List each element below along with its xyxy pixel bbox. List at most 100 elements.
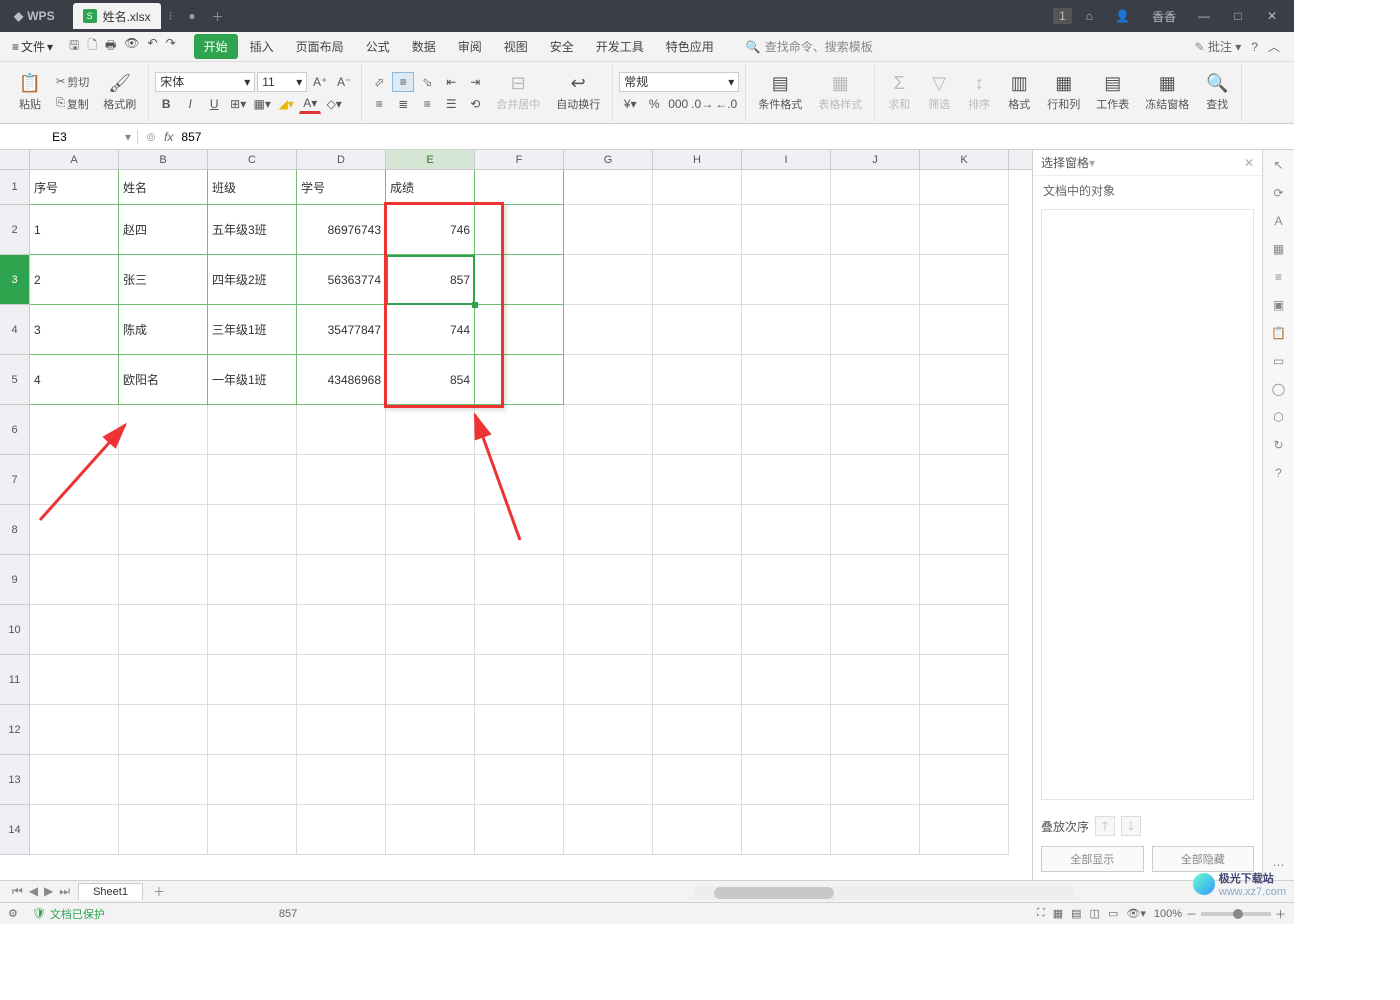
style-icon[interactable]: A xyxy=(1274,214,1282,228)
wrap-text-button[interactable]: ↩自动换行 xyxy=(550,71,606,114)
cell[interactable] xyxy=(30,705,119,755)
cell[interactable] xyxy=(742,605,831,655)
cell[interactable] xyxy=(920,655,1009,705)
cell[interactable] xyxy=(564,755,653,805)
border-button[interactable]: ⊞▾ xyxy=(227,94,249,114)
cell[interactable]: 854 xyxy=(386,355,475,405)
cell[interactable] xyxy=(30,505,119,555)
italic-button[interactable]: I xyxy=(179,94,201,114)
align-middle-button[interactable]: ≡ xyxy=(392,72,414,92)
cell[interactable] xyxy=(297,705,386,755)
cell[interactable] xyxy=(653,505,742,555)
align-bottom-button[interactable]: ⬂ xyxy=(416,72,438,92)
hide-all-button[interactable]: 全部隐藏 xyxy=(1152,846,1255,872)
cell[interactable] xyxy=(920,305,1009,355)
sheet-first-icon[interactable]: ⏮ xyxy=(12,884,23,899)
name-box[interactable]: ▾ xyxy=(0,130,138,144)
cell[interactable]: 序号 xyxy=(30,170,119,205)
cell[interactable] xyxy=(742,255,831,305)
zoom-slider[interactable] xyxy=(1201,912,1271,916)
cell[interactable] xyxy=(831,305,920,355)
cell[interactable] xyxy=(920,505,1009,555)
conditional-format-button[interactable]: ▤条件格式 xyxy=(752,71,808,114)
sheet-next-icon[interactable]: ▶ xyxy=(44,884,53,899)
cell[interactable] xyxy=(386,755,475,805)
cell[interactable] xyxy=(653,405,742,455)
cell[interactable] xyxy=(742,355,831,405)
cell[interactable] xyxy=(564,170,653,205)
merge-center-button[interactable]: ⊟合并居中 xyxy=(490,71,546,114)
cell[interactable] xyxy=(742,170,831,205)
cell[interactable] xyxy=(30,605,119,655)
cell[interactable] xyxy=(208,755,297,805)
cell[interactable] xyxy=(30,805,119,855)
normal-view-icon[interactable]: ▦ xyxy=(1053,907,1063,920)
cell[interactable] xyxy=(297,605,386,655)
fx-icon[interactable]: fx xyxy=(164,130,173,144)
tab-close-icon[interactable]: ● xyxy=(180,9,203,23)
row-header[interactable]: 7 xyxy=(0,455,30,505)
minimize-button[interactable]: — xyxy=(1190,5,1218,27)
cell[interactable] xyxy=(475,755,564,805)
cell[interactable] xyxy=(653,555,742,605)
close-button[interactable]: ✕ xyxy=(1258,5,1286,27)
decrease-font-button[interactable]: A⁻ xyxy=(333,72,355,92)
select-all-corner[interactable] xyxy=(0,150,30,169)
cell[interactable] xyxy=(920,755,1009,805)
save-as-icon[interactable]: 🗋 xyxy=(87,36,97,57)
worksheet-button[interactable]: ▤工作表 xyxy=(1090,71,1135,114)
eye-icon[interactable]: 👁▾ xyxy=(1126,907,1146,920)
align-right-button[interactable]: ≡ xyxy=(416,94,438,114)
cell[interactable] xyxy=(831,505,920,555)
help-panel-icon[interactable]: ? xyxy=(1275,466,1282,480)
cell[interactable] xyxy=(831,355,920,405)
cell[interactable] xyxy=(742,205,831,255)
row-header[interactable]: 13 xyxy=(0,755,30,805)
cell[interactable] xyxy=(475,355,564,405)
help-button[interactable]: ? xyxy=(1251,40,1258,54)
decrease-indent-button[interactable]: ⇤ xyxy=(440,72,462,92)
cut-button[interactable]: ✂剪切 xyxy=(52,72,93,92)
cell[interactable] xyxy=(119,405,208,455)
row-header[interactable]: 5 xyxy=(0,355,30,405)
row-header[interactable]: 8 xyxy=(0,505,30,555)
row-header[interactable]: 6 xyxy=(0,405,30,455)
cell[interactable] xyxy=(831,255,920,305)
row-header[interactable]: 3 xyxy=(0,255,30,305)
user-avatar-icon[interactable]: 👤 xyxy=(1107,5,1138,27)
cell[interactable] xyxy=(208,705,297,755)
cell[interactable] xyxy=(653,805,742,855)
cell[interactable] xyxy=(119,505,208,555)
cell[interactable] xyxy=(831,455,920,505)
percent-button[interactable]: % xyxy=(643,94,665,114)
refresh-icon[interactable]: ⟳ xyxy=(1273,186,1283,200)
annotate-button[interactable]: ✎ 批注 ▾ xyxy=(1195,38,1242,55)
cell[interactable] xyxy=(119,655,208,705)
cell[interactable]: 姓名 xyxy=(119,170,208,205)
increase-decimal-button[interactable]: .0→ xyxy=(691,94,713,114)
home-icon[interactable]: ⌂ xyxy=(1078,5,1101,27)
cell[interactable] xyxy=(475,805,564,855)
row-header[interactable]: 9 xyxy=(0,555,30,605)
cell[interactable] xyxy=(831,555,920,605)
cell[interactable]: 一年级1班 xyxy=(208,355,297,405)
cell[interactable] xyxy=(831,755,920,805)
cell[interactable]: 张三 xyxy=(119,255,208,305)
cell[interactable] xyxy=(386,405,475,455)
cell[interactable] xyxy=(831,405,920,455)
cell[interactable] xyxy=(920,205,1009,255)
cell[interactable]: 五年级3班 xyxy=(208,205,297,255)
tab-dev-tools[interactable]: 开发工具 xyxy=(586,34,654,59)
align-center-button[interactable]: ≣ xyxy=(392,94,414,114)
cell[interactable] xyxy=(30,655,119,705)
collapse-ribbon-button[interactable]: ︿ xyxy=(1268,38,1280,55)
number-format-select[interactable]: 常规▾ xyxy=(619,72,739,92)
cell[interactable] xyxy=(208,805,297,855)
table-style-button[interactable]: ▦表格样式 xyxy=(812,71,868,114)
spreadsheet-grid[interactable]: A B C D E F G H I J K 1 序号 姓名 班级 学号 xyxy=(0,150,1032,880)
new-tab-button[interactable]: ＋ xyxy=(204,8,232,25)
cell[interactable] xyxy=(653,605,742,655)
show-all-button[interactable]: 全部显示 xyxy=(1041,846,1144,872)
cell[interactable] xyxy=(742,555,831,605)
cell[interactable]: 56363774 xyxy=(297,255,386,305)
